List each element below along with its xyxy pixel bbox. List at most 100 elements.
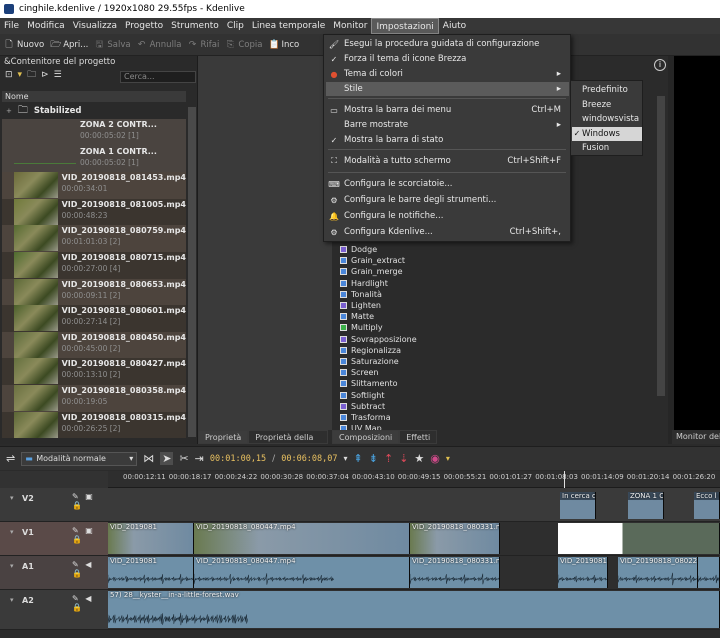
bin-clip-item[interactable]: VID_20190818_080759.mp4 00:01:01:03 [2]	[2, 225, 186, 252]
star-icon[interactable]: ★	[414, 452, 424, 465]
timeline-clip[interactable]: VID_2019081	[558, 557, 608, 588]
effects-scrollbar[interactable]	[656, 84, 666, 430]
list-view-icon[interactable]: ☰	[54, 70, 62, 80]
menu-modifica[interactable]: Modifica	[23, 18, 69, 34]
menu-strumento[interactable]: Strumento	[167, 18, 223, 34]
tab-properties[interactable]: Proprietà	[198, 430, 249, 444]
track-header-v1[interactable]: ▾ V1 ✎ ▣ 🔒	[0, 522, 108, 556]
timeline-clip[interactable]: VID_2019081	[108, 557, 194, 588]
effect-item[interactable]: Grain_extract	[340, 255, 490, 266]
bin-clip-item[interactable]: VID_20190818_080715.mp4 00:00:27:00 [4]	[2, 251, 186, 279]
menu-item-barre-mostrate[interactable]: Barre mostrate ▸	[326, 118, 569, 132]
bin-clip-item[interactable]: VID_20190818_080601.mp4 00:00:27:14 [2]	[2, 305, 186, 332]
effect-item[interactable]: Multiply	[340, 322, 490, 333]
tag-icon[interactable]: ⊳	[41, 70, 49, 80]
tab-clip-properties[interactable]: Proprietà della clip	[248, 430, 328, 456]
timeline-ruler[interactable]: 00:00:12:11 00:00:18:17 00:00:24:22 00:00:3…	[108, 471, 720, 488]
dropdown-arrow-icon[interactable]: ▾	[18, 70, 23, 80]
timeline-clip[interactable]	[558, 523, 720, 554]
menu-item-configura-kdenlive[interactable]: ⚙ Configura Kdenlive... Ctrl+Shift+,	[326, 225, 569, 239]
timeline-clip[interactable]: In cerca de	[560, 492, 596, 519]
effect-item[interactable]: Slittamento	[340, 378, 490, 389]
razor-tool-icon[interactable]: ✂	[179, 452, 188, 465]
timeline-clip[interactable]: VID_20190818_08022	[618, 557, 698, 588]
menu-item-esegui-la-procedura-guidata-di-configurazione[interactable]: 🖌 Esegui la procedura guidata di configur…	[326, 37, 569, 51]
effect-item[interactable]: Screen	[340, 367, 490, 378]
effect-item[interactable]: Softlight	[340, 389, 490, 400]
effect-item[interactable]: UV Map	[340, 423, 490, 430]
track-header-a1[interactable]: ▾ A1 ✎ ◀ 🔒	[0, 556, 108, 590]
bin-search-input[interactable]: Cerca...	[120, 71, 196, 83]
timeline-clip[interactable]: VID_2019081	[108, 523, 194, 554]
bin-clip-item[interactable]: VID_20190818_081453.mp4 00:00:34:01	[2, 172, 186, 199]
bin-clip-item[interactable]: VID_20190818_081005.mp4 00:00:48:23	[2, 198, 186, 226]
apri-button[interactable]: 🗁 Apri...	[50, 40, 88, 50]
track-controls[interactable]: ✎ ◀ 🔒	[72, 560, 108, 578]
bin-clip-item[interactable]: VID_20190818_080358.mp4 00:00:19:05	[2, 384, 186, 412]
style-option-fusion[interactable]: Fusion	[572, 141, 642, 155]
spacer-tool-icon[interactable]: ⋈	[143, 452, 154, 465]
style-option-breeze[interactable]: Breeze	[572, 98, 642, 112]
menu-visualizza[interactable]: Visualizza	[69, 18, 121, 34]
track-controls[interactable]: ✎ ▣ 🔒	[72, 492, 108, 510]
record-icon[interactable]: ◉	[430, 452, 440, 465]
timeline-clip[interactable]	[698, 557, 720, 588]
menu-item-configura-le-barre-degli-strumenti[interactable]: ⚙ Configura le barre degli strumenti...	[326, 193, 569, 207]
info-icon[interactable]: i	[654, 59, 666, 71]
menu-item-configura-le-notifiche[interactable]: 🔔 Configura le notifiche...	[326, 209, 569, 223]
rifai-button[interactable]: ↷ Rifai	[188, 40, 220, 50]
effect-item[interactable]: Subtract	[340, 401, 490, 412]
menu-item-forza-il-tema-di-icone-brezza[interactable]: ✓ Forza il tema di icone Brezza	[326, 52, 569, 66]
timeline-position[interactable]: 00:01:00,15	[210, 454, 266, 464]
menu-item-configura-le-scorciatoie[interactable]: ⌨ Configura le scorciatoie...	[326, 177, 569, 191]
track-options-icon[interactable]: ⇌	[6, 452, 15, 465]
effect-item[interactable]: Dodge	[340, 244, 490, 255]
edit-mode-select[interactable]: ▬ Modalità normale ▾	[21, 451, 138, 466]
menu-linea-temporale[interactable]: Linea temporale	[248, 18, 329, 34]
remove-space-icon[interactable]: ⇣	[399, 452, 408, 465]
timeline-clip[interactable]: ZONA 1 CO	[628, 492, 664, 519]
bin-column-name[interactable]: Nome	[2, 91, 186, 102]
add-clip-icon[interactable]: ⊡	[5, 70, 13, 80]
bin-clip-item[interactable]: VID_20190818_080450.mp4 00:00:45:00 [2]	[2, 331, 186, 359]
overwrite-icon[interactable]: ⇟	[369, 452, 378, 465]
copia-button[interactable]: ⎘ Copia	[225, 40, 263, 50]
style-option-windows[interactable]: ✓ Windows	[572, 126, 642, 141]
track-lane-v1[interactable]: VID_2019081 VID_20190818_080447.mp4 VID_20…	[108, 522, 720, 556]
collapse-icon[interactable]: ▾	[10, 562, 14, 570]
bin-clip-item[interactable]: VID_20190818_080427.mp4 00:00:13:10 [2]	[2, 358, 186, 385]
collapse-icon[interactable]: ▾	[10, 494, 14, 502]
nuovo-button[interactable]: 🗋 Nuovo	[4, 40, 44, 50]
menu-item-stile[interactable]: Stile ▸	[326, 82, 569, 96]
timeline-clip[interactable]: 57) 28__kyster__in-a-little-forest.wav	[108, 591, 720, 628]
bin-clip-item[interactable]: VID_20190818_080315.mp4 00:00:26:25 [2]	[2, 411, 186, 439]
track-lane-a2[interactable]: 57) 28__kyster__in-a-little-forest.wav	[108, 590, 720, 630]
track-header-v2[interactable]: ▾ V2 ✎ ▣ 🔒	[0, 488, 108, 522]
menu-clip[interactable]: Clip	[223, 18, 248, 34]
bin-clip-item[interactable]: VID_20190818_080653.mp4 00:00:09:11 [2]	[2, 278, 186, 306]
menu-monitor[interactable]: Monitor	[329, 18, 371, 34]
inco-button[interactable]: 📋 Inco	[268, 40, 299, 50]
track-controls[interactable]: ✎ ▣ 🔒	[72, 526, 108, 544]
menu-aiuto[interactable]: Aiuto	[439, 18, 470, 34]
track-lane-v2[interactable]: In cerca de ZONA 1 CO Ecco l c	[108, 488, 720, 522]
menu-item-tema-di-colori[interactable]: ● Tema di colori ▸	[326, 67, 569, 81]
effect-item[interactable]: Grain_merge	[340, 266, 490, 277]
expand-icon[interactable]: +	[6, 107, 12, 115]
effect-item[interactable]: Saturazione	[340, 356, 490, 367]
style-option-predefinito[interactable]: Predefinito	[572, 83, 642, 97]
style-option-windowsvista[interactable]: windowsvista	[572, 112, 642, 126]
extract-icon[interactable]: ⇡	[384, 452, 393, 465]
insert-icon[interactable]: ⇥	[195, 452, 204, 465]
lift-icon[interactable]: ⇞	[354, 452, 363, 465]
effect-item[interactable]: Lighten	[340, 300, 490, 311]
timeline-clip[interactable]: VID_20190818_080331.mp4	[410, 523, 500, 554]
timeline-clip[interactable]: VID_20190818_080447.mp4	[194, 557, 410, 588]
effect-item[interactable]: Regionalizza	[340, 345, 490, 356]
folder-icon[interactable]: 🗀	[27, 67, 36, 83]
effect-item[interactable]: Hardlight	[340, 278, 490, 289]
playhead[interactable]	[564, 471, 565, 488]
monitor-screen[interactable]	[674, 56, 720, 432]
effect-item[interactable]: Tonalità	[340, 289, 490, 300]
effect-item[interactable]: Sovrapposizione	[340, 334, 490, 345]
